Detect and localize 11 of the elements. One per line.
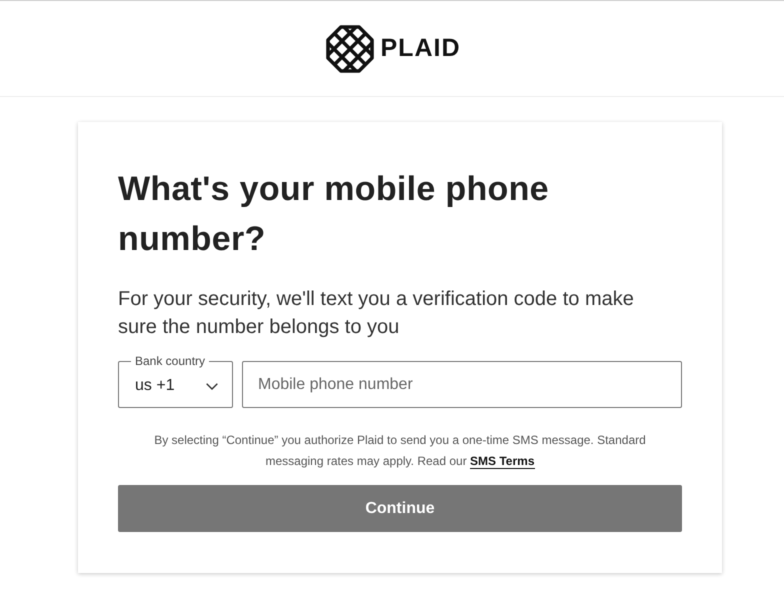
sms-terms-link[interactable]: SMS Terms — [470, 454, 534, 469]
description-text: For your security, we'll text you a verification code to make sure the number belongs to you — [118, 287, 635, 340]
field-label: Bank country — [134, 355, 206, 367]
logo-wordmark: PLAID — [380, 36, 460, 61]
legal-text: By selecting “Continue” you authorize Plaid to send you a one-time SMS message. Standard messaging rates may apply. Read our SMS Terms — [153, 432, 647, 471]
chevron-down-icon — [206, 382, 218, 390]
phone-number-field[interactable]: Mobile phone number — [242, 361, 682, 408]
country-select[interactable]: Bank country us +1 — [118, 355, 233, 408]
lattice-logo-icon — [326, 24, 374, 72]
page-heading: What's your mobile phone number? — [118, 169, 550, 260]
selected-value: us +1 — [135, 377, 175, 395]
